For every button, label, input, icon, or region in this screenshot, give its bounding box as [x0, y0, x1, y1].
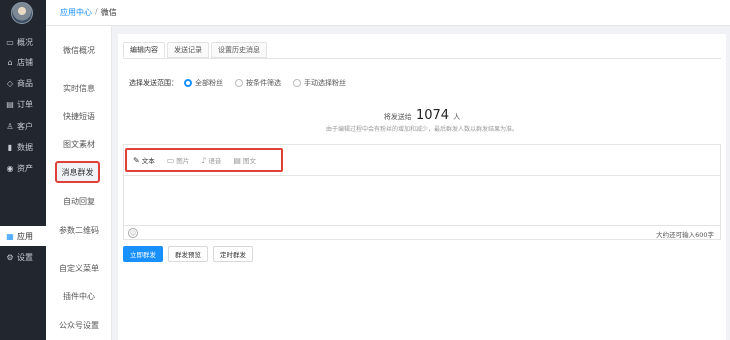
- tool-voice[interactable]: ♪ 语音: [201, 155, 222, 166]
- subnav-item-quick-phrases[interactable]: 快捷短语: [46, 106, 112, 126]
- tag-icon: ◇: [6, 78, 14, 88]
- recipient-count: 将发送给 1074 人: [118, 108, 726, 123]
- breadcrumb-current: 微信: [100, 8, 117, 17]
- sidebar-item-overview[interactable]: ▭ 概况: [0, 32, 46, 52]
- subnav-item-realtime[interactable]: 实时信息: [46, 78, 112, 98]
- send-scope: 选择发送范围： 全部粉丝 按条件筛选 手动选择粉丝: [129, 78, 358, 88]
- radio-dot: [184, 79, 192, 87]
- sidebar-item-assets[interactable]: ◉ 资产: [0, 158, 46, 178]
- radio-filter-conditions[interactable]: 按条件筛选: [235, 78, 281, 88]
- tool-label: 语音: [208, 157, 222, 165]
- subnav-item-materials[interactable]: 图文素材: [46, 134, 112, 154]
- breadcrumb-link[interactable]: 应用中心: [60, 7, 92, 18]
- data-icon: ▮: [7, 142, 13, 152]
- breadcrumb-separator: /: [95, 7, 98, 16]
- subnav-item-overview[interactable]: 微信概况: [46, 40, 112, 60]
- radio-dot: [235, 79, 243, 87]
- recipient-count-number: 1074: [415, 108, 450, 123]
- content-type-toolbar: ✎ 文本 ▭ 图片 ♪ 语音 ▤ 图文: [125, 148, 283, 172]
- sidebar-item-label: 订单: [17, 99, 33, 109]
- avatar[interactable]: [11, 2, 33, 24]
- subnav-item-account-settings[interactable]: 公众号设置: [46, 315, 112, 335]
- tab-send-records[interactable]: 发送记录: [167, 42, 209, 58]
- sidebar-item-label: 客户: [17, 121, 33, 131]
- tool-label: 文本: [141, 157, 155, 165]
- subnav-item-mass-message[interactable]: 消息群发: [55, 161, 100, 183]
- message-editor: ✎ 文本 ▭ 图片 ♪ 语音 ▤ 图文 ☺ 大约还可输入600字: [123, 144, 721, 240]
- sidebar-item-label: 概况: [17, 37, 33, 47]
- overview-icon: ▭: [6, 37, 14, 47]
- sidebar-item-data[interactable]: ▮ 数据: [0, 137, 46, 157]
- sidebar-item-products[interactable]: ◇ 商品: [0, 73, 46, 93]
- app-root: ▭ 概况 ⌂ 店铺 ◇ 商品 ▤ 订单 ♙ 客户 ▮ 数据 ◉ 资产 ▦ 应用: [0, 0, 730, 340]
- sidebar-item-settings[interactable]: ⚙ 设置: [0, 247, 46, 267]
- recipient-count-prefix: 将发送给: [383, 113, 412, 121]
- sidebar-item-label: 数据: [17, 142, 33, 152]
- apps-icon: ▦: [6, 231, 14, 241]
- subnav-item-qrcode[interactable]: 参数二维码: [46, 220, 112, 240]
- tab-bar: 编辑内容 发送记录 设置历史消息: [123, 42, 269, 58]
- sidebar-item-label: 应用: [17, 231, 33, 241]
- send-scope-label: 选择发送范围：: [129, 79, 178, 87]
- radio-label: 全部粉丝: [195, 79, 223, 87]
- send-now-button[interactable]: 立即群发: [123, 246, 163, 262]
- store-icon: ⌂: [7, 57, 13, 67]
- sidebar-item-store[interactable]: ⌂ 店铺: [0, 52, 46, 72]
- sidebar-item-orders[interactable]: ▤ 订单: [0, 94, 46, 114]
- tool-image[interactable]: ▭ 图片: [166, 155, 190, 166]
- tab-history-settings[interactable]: 设置历史消息: [211, 42, 267, 58]
- sidebar-item-label: 商品: [17, 78, 33, 88]
- settings-icon: ⚙: [6, 252, 14, 262]
- remaining-chars: 大约还可输入600字: [656, 231, 714, 239]
- radio-dot: [293, 79, 301, 87]
- tab-edit-content[interactable]: 编辑内容: [123, 42, 165, 58]
- header-bar: 应用中心 / 微信: [46, 0, 730, 26]
- recipient-count-suffix: 人: [453, 113, 461, 121]
- main-sidebar: ▭ 概况 ⌂ 店铺 ◇ 商品 ▤ 订单 ♙ 客户 ▮ 数据 ◉ 资产 ▦ 应用: [0, 0, 46, 340]
- mass-message-card: 编辑内容 发送记录 设置历史消息 选择发送范围： 全部粉丝 按条件筛选 手动选择…: [118, 34, 726, 340]
- sidebar-item-customers[interactable]: ♙ 客户: [0, 116, 46, 136]
- image-icon: ▭: [166, 155, 175, 165]
- radio-label: 按条件筛选: [246, 79, 281, 87]
- sidebar-item-label: 资产: [17, 163, 33, 173]
- customer-icon: ♙: [6, 121, 14, 131]
- subnav-item-custom-menu[interactable]: 自定义菜单: [46, 258, 112, 278]
- main-content: 编辑内容 发送记录 设置历史消息 选择发送范围： 全部粉丝 按条件筛选 手动选择…: [112, 26, 730, 340]
- subnav-item-plugins[interactable]: 插件中心: [46, 286, 112, 306]
- message-textarea[interactable]: [124, 176, 720, 225]
- emoji-icon[interactable]: ☺: [128, 228, 138, 238]
- order-icon: ▤: [6, 99, 14, 109]
- sidebar-item-label: 设置: [17, 252, 33, 262]
- article-icon: ▤: [233, 155, 241, 165]
- tool-label: 图片: [176, 157, 190, 165]
- tool-text[interactable]: ✎ 文本: [133, 155, 155, 166]
- tool-article[interactable]: ▤ 图文: [233, 155, 256, 166]
- pencil-icon: ✎: [133, 155, 140, 165]
- sidebar-item-apps[interactable]: ▦ 应用: [0, 226, 46, 246]
- wechat-subnav: 微信概况 实时信息 快捷短语 图文素材 消息群发 自动回复 参数二维码 自定义菜…: [46, 26, 112, 340]
- radio-label: 手动选择粉丝: [304, 79, 346, 87]
- mic-icon: ♪: [201, 155, 207, 165]
- breadcrumb: 应用中心 / 微信: [60, 7, 117, 18]
- subnav-item-auto-reply[interactable]: 自动回复: [46, 191, 112, 211]
- action-buttons: 立即群发 群发预览 定时群发: [123, 246, 258, 262]
- preview-button[interactable]: 群发预览: [168, 246, 208, 262]
- tab-divider: [123, 58, 721, 59]
- radio-manual-select[interactable]: 手动选择粉丝: [293, 78, 346, 88]
- radio-all-fans[interactable]: 全部粉丝: [184, 78, 223, 88]
- tool-label: 图文: [242, 157, 256, 165]
- editor-divider: [124, 225, 720, 226]
- asset-icon: ◉: [6, 163, 14, 173]
- sidebar-item-label: 店铺: [17, 57, 33, 67]
- recipient-count-note: 由于编辑过程中会有粉丝的增加和减少，最后群发人数以群发结果为准。: [325, 126, 518, 133]
- scheduled-send-button[interactable]: 定时群发: [213, 246, 253, 262]
